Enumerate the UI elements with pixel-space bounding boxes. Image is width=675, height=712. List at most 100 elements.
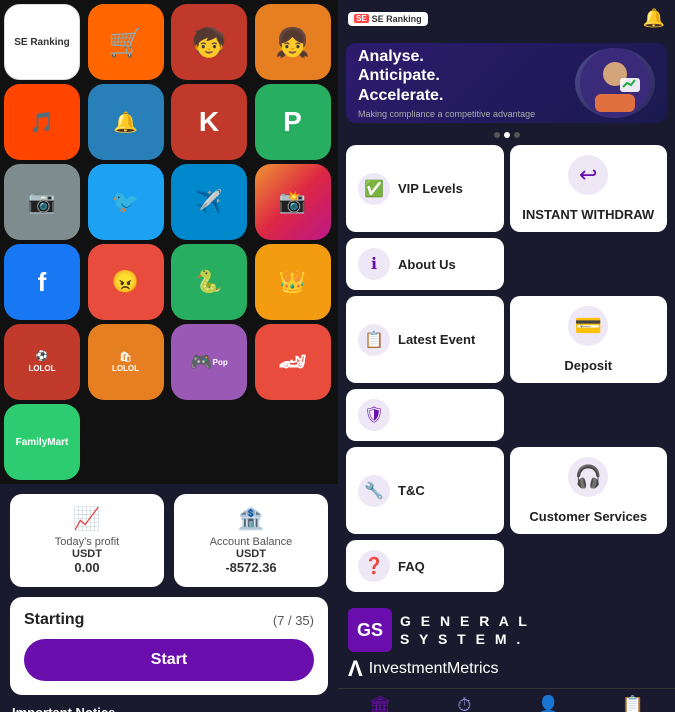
right-bottom-nav: 🏛 Home ⏱ Starting 👤 My Profile 📋 History (338, 688, 675, 712)
app-p[interactable]: P (255, 84, 331, 160)
app-person2[interactable]: 👧 (255, 4, 331, 80)
logo-text: SE Ranking (372, 14, 422, 24)
header-logo: SE SE Ranking (348, 12, 428, 26)
app-bell[interactable]: 🔔 (88, 84, 164, 160)
investment-metrics-row: Λ InvestmentMetrics (348, 656, 665, 682)
app-k[interactable]: K (171, 84, 247, 160)
starting-count: (7 / 35) (273, 613, 314, 628)
general-system-text: G E N E R A LS Y S T E M . (400, 612, 530, 648)
right-nav-myprofile[interactable]: 👤 My Profile (507, 695, 591, 712)
deposit-icon: 💳 (568, 306, 608, 346)
todays-profit-label: Today's profit (22, 536, 152, 548)
tnc-btn[interactable]: 🔧 T&C (346, 447, 504, 534)
app-telegram[interactable]: ✈️ (171, 164, 247, 240)
app-angrybirds[interactable]: 😠 (88, 244, 164, 320)
right-starting-icon: ⏱ (457, 695, 471, 712)
event-icon: 📋 (358, 324, 390, 356)
notice-section: Important Notice • Working hours: 00:00:… (10, 705, 328, 712)
app-snake[interactable]: 🐍 (171, 244, 247, 320)
general-system-row: GS G E N E R A LS Y S T E M . (348, 608, 665, 652)
balance-icon: 🏦 (186, 506, 316, 532)
app-seranking[interactable]: SE Ranking (4, 4, 80, 80)
right-panel: SE SE Ranking 🔔 Analyse. Anticipate. Acc… (338, 0, 675, 712)
cert-btn[interactable]: 🛡 (346, 389, 504, 441)
vip-icon: ✅ (358, 173, 390, 205)
todays-profit-currency: USDT (22, 548, 152, 560)
instant-withdraw-btn[interactable]: ↩ INSTANT WITHDRAW (510, 145, 668, 232)
start-button[interactable]: Start (24, 639, 314, 681)
logo-section: GS G E N E R A LS Y S T E M . Λ Investme… (338, 602, 675, 688)
faq-label: FAQ (398, 559, 425, 574)
app-cam[interactable]: 📷 (4, 164, 80, 240)
faq-icon: ❓ (358, 550, 390, 582)
right-history-icon: 📋 (622, 695, 644, 712)
right-header: SE SE Ranking 🔔 (338, 0, 675, 37)
todays-profit-card: 📈 Today's profit USDT 0.00 (10, 494, 164, 587)
vip-levels-btn[interactable]: ✅ VIP Levels (346, 145, 504, 232)
starting-title: Starting (24, 611, 84, 629)
app-twitter[interactable]: 🐦 (88, 164, 164, 240)
notification-bell-icon[interactable]: 🔔 (643, 8, 665, 29)
profit-icon: 📈 (22, 506, 152, 532)
menu-section: ✅ VIP Levels ↩ INSTANT WITHDRAW ℹ About … (338, 141, 675, 602)
app-grid: SE Ranking 🛒 🧒 👧 🎵 🔔 K P 📷 🐦 ✈️ 📸 f 😠 🐍 … (0, 0, 338, 484)
app-facebook[interactable]: f (4, 244, 80, 320)
app-person1[interactable]: 🧒 (171, 4, 247, 80)
deposit-btn[interactable]: 💳 Deposit (510, 296, 668, 383)
investment-logo-icon: Λ (348, 656, 363, 682)
left-content: 📈 Today's profit USDT 0.00 🏦 Account Bal… (0, 484, 338, 712)
app-crown[interactable]: 👑 (255, 244, 331, 320)
cert-icon: 🛡 (358, 399, 390, 431)
account-balance-card: 🏦 Account Balance USDT -8572.36 (174, 494, 328, 587)
app-soundcloud[interactable]: 🎵 (4, 84, 80, 160)
deposit-label: Deposit (564, 358, 612, 373)
right-profile-icon: 👤 (537, 695, 559, 712)
latest-event-btn[interactable]: 📋 Latest Event (346, 296, 504, 383)
app-bag[interactable]: 🛍LOLOL (88, 324, 164, 400)
banner-pagination (338, 132, 675, 138)
app-familymart[interactable]: FamilyMart (4, 404, 80, 480)
app-game[interactable]: 🏎 (255, 324, 331, 400)
banner-text: Analyse. Anticipate. Accelerate. Making … (358, 47, 535, 119)
dot-3 (514, 132, 520, 138)
right-nav-starting[interactable]: ⏱ Starting (422, 695, 506, 712)
promo-banner[interactable]: Analyse. Anticipate. Accelerate. Making … (346, 43, 667, 123)
banner-image (575, 48, 655, 118)
dot-1 (494, 132, 500, 138)
about-label: About Us (398, 257, 456, 272)
investment-text: InvestmentMetrics (369, 660, 499, 678)
about-icon: ℹ (358, 248, 390, 280)
dot-2 (504, 132, 510, 138)
stats-row: 📈 Today's profit USDT 0.00 🏦 Account Bal… (10, 494, 328, 587)
right-nav-history[interactable]: 📋 History (591, 695, 675, 712)
withdraw-icon: ↩ (568, 155, 608, 195)
account-balance-currency: USDT (186, 548, 316, 560)
todays-profit-value: 0.00 (22, 560, 152, 575)
app-pop[interactable]: 🎮Pop (171, 324, 247, 400)
starting-header: Starting (7 / 35) (24, 611, 314, 629)
vip-label: VIP Levels (398, 181, 463, 196)
account-balance-label: Account Balance (186, 536, 316, 548)
faq-btn[interactable]: ❓ FAQ (346, 540, 504, 592)
starting-card: Starting (7 / 35) Start (10, 597, 328, 695)
gs-logo: GS (348, 608, 392, 652)
right-nav-home[interactable]: 🏛 Home (338, 695, 422, 712)
event-label: Latest Event (398, 332, 475, 347)
right-home-icon: 🏛 (369, 695, 392, 712)
customer-label: Customer Services (529, 509, 647, 524)
customer-icon: 🎧 (568, 457, 608, 497)
tnc-icon: 🔧 (358, 475, 390, 507)
logo-icon: SE (354, 14, 369, 23)
banner-subtitle: Making compliance a competitive advantag… (358, 109, 535, 119)
banner-headline: Analyse. Anticipate. Accelerate. (358, 47, 535, 105)
tnc-label: T&C (398, 483, 425, 498)
account-balance-value: -8572.36 (186, 560, 316, 575)
about-us-btn[interactable]: ℹ About Us (346, 238, 504, 290)
left-panel: SE Ranking 🛒 🧒 👧 🎵 🔔 K P 📷 🐦 ✈️ 📸 f 😠 🐍 … (0, 0, 338, 712)
withdraw-label: INSTANT WITHDRAW (522, 207, 654, 222)
app-instagram[interactable]: 📸 (255, 164, 331, 240)
app-ball[interactable]: ⚽LOLOL (4, 324, 80, 400)
customer-services-btn[interactable]: 🎧 Customer Services (510, 447, 668, 534)
app-togo[interactable]: 🛒 (88, 4, 164, 80)
notice-title: Important Notice (12, 705, 326, 712)
